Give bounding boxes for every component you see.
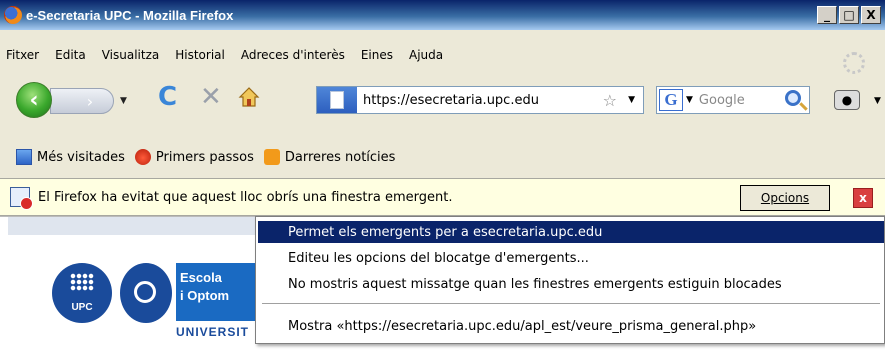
back-button[interactable]: ‹ bbox=[16, 82, 52, 118]
notification-message: El Firefox ha evitat que aquest lloc obr… bbox=[38, 189, 453, 205]
upc-logo[interactable]: UPC bbox=[52, 263, 112, 323]
university-label: UNIVERSIT bbox=[176, 325, 250, 339]
school-logo-icon bbox=[120, 263, 172, 323]
bookmark-label: Primers passos bbox=[155, 149, 254, 165]
menu-historial[interactable]: Historial bbox=[175, 48, 225, 62]
bookmark-label: Més visitades bbox=[37, 149, 125, 165]
search-engine-dropdown-icon[interactable]: ▼ bbox=[686, 95, 693, 105]
bookmark-most-visited[interactable]: Més visitades bbox=[16, 149, 125, 165]
back-arrow-icon: ‹ bbox=[29, 87, 39, 113]
rss-icon bbox=[263, 149, 280, 165]
window-title: e-Secretaria UPC - Mozilla Firefox bbox=[26, 7, 234, 23]
throbber-icon bbox=[843, 52, 865, 74]
menu-visualitza[interactable]: Visualitza bbox=[102, 48, 160, 62]
menu-edita[interactable]: Edita bbox=[55, 48, 86, 62]
reload-icon[interactable]: C bbox=[158, 84, 177, 110]
bookmark-star-icon[interactable]: ☆ bbox=[603, 91, 617, 110]
home-icon[interactable] bbox=[238, 86, 260, 108]
school-name-block[interactable]: Escola i Optom bbox=[176, 263, 256, 321]
menu-ajuda[interactable]: Ajuda bbox=[409, 48, 443, 62]
menu-separator bbox=[262, 303, 880, 304]
url-dropdown-icon[interactable]: ▼ bbox=[628, 95, 635, 105]
bookmark-label: Darreres notícies bbox=[284, 149, 396, 165]
bookmark-getting-started[interactable]: Primers passos bbox=[134, 149, 254, 165]
site-identity-icon[interactable] bbox=[317, 87, 357, 113]
toolbar-overflow-icon[interactable]: ▼ bbox=[874, 96, 881, 106]
firefox-logo-icon bbox=[4, 6, 22, 24]
screenshot-extension-icon[interactable]: ● bbox=[834, 90, 860, 110]
edit-popup-options-menu-item[interactable]: Editeu les opcions del blocatge d'emerge… bbox=[258, 247, 884, 269]
history-dropdown-icon[interactable]: ▼ bbox=[120, 96, 127, 106]
search-bar[interactable]: G ▼ Google bbox=[656, 86, 810, 114]
maximize-button[interactable]: □ bbox=[839, 6, 859, 24]
school-line-2: i Optom bbox=[180, 288, 230, 303]
menu-bar: Fitxer Edita Visualitza Historial Adrece… bbox=[0, 44, 885, 66]
menu-eines[interactable]: Eines bbox=[361, 48, 393, 62]
upc-dots-icon bbox=[70, 273, 94, 291]
bookmarks-toolbar: Més visitades Primers passos Darreres no… bbox=[0, 144, 885, 170]
dont-show-message-menu-item[interactable]: No mostris aquest missatge quan les fine… bbox=[258, 273, 884, 295]
page-top-bar bbox=[8, 217, 268, 235]
most-visited-icon bbox=[16, 149, 32, 165]
forward-arrow-icon: › bbox=[86, 91, 94, 111]
search-placeholder[interactable]: Google bbox=[699, 93, 745, 108]
show-popup-menu-item[interactable]: Mostra «https://esecretaria.upc.edu/apl_… bbox=[258, 315, 884, 337]
firefox-bookmark-icon bbox=[134, 149, 151, 165]
google-engine-icon[interactable]: G bbox=[659, 89, 683, 111]
forward-button[interactable]: › bbox=[50, 88, 114, 114]
popup-blocked-notification: El Firefox ha evitat que aquest lloc obr… bbox=[0, 178, 885, 216]
url-text[interactable]: https://esecretaria.upc.edu bbox=[357, 93, 539, 108]
stop-icon[interactable]: ✕ bbox=[200, 84, 222, 110]
options-button[interactable]: Opcions bbox=[740, 185, 830, 211]
notification-close-icon[interactable]: x bbox=[853, 188, 873, 208]
close-button[interactable]: X bbox=[861, 6, 881, 24]
menu-fitxer[interactable]: Fitxer bbox=[6, 48, 39, 62]
title-bar: e-Secretaria UPC - Mozilla Firefox _ □ X bbox=[0, 0, 885, 30]
popup-blocked-icon bbox=[10, 187, 33, 210]
allow-popups-menu-item[interactable]: Permet els emergents per a esecretaria.u… bbox=[258, 221, 884, 243]
school-line-1: Escola bbox=[180, 270, 222, 285]
minimize-button[interactable]: _ bbox=[817, 6, 837, 24]
search-icon[interactable] bbox=[785, 90, 801, 106]
menu-adreces[interactable]: Adreces d'interès bbox=[241, 48, 345, 62]
url-bar[interactable]: https://esecretaria.upc.edu ☆ ▼ bbox=[316, 86, 644, 114]
window-controls: _ □ X bbox=[817, 6, 881, 24]
navigation-toolbar: › ‹ ▼ C ✕ https://esecretaria.upc.edu ☆ … bbox=[0, 80, 885, 120]
popup-options-menu: Permet els emergents per a esecretaria.u… bbox=[255, 216, 885, 344]
bookmark-latest-news[interactable]: Darreres notícies bbox=[263, 149, 396, 165]
